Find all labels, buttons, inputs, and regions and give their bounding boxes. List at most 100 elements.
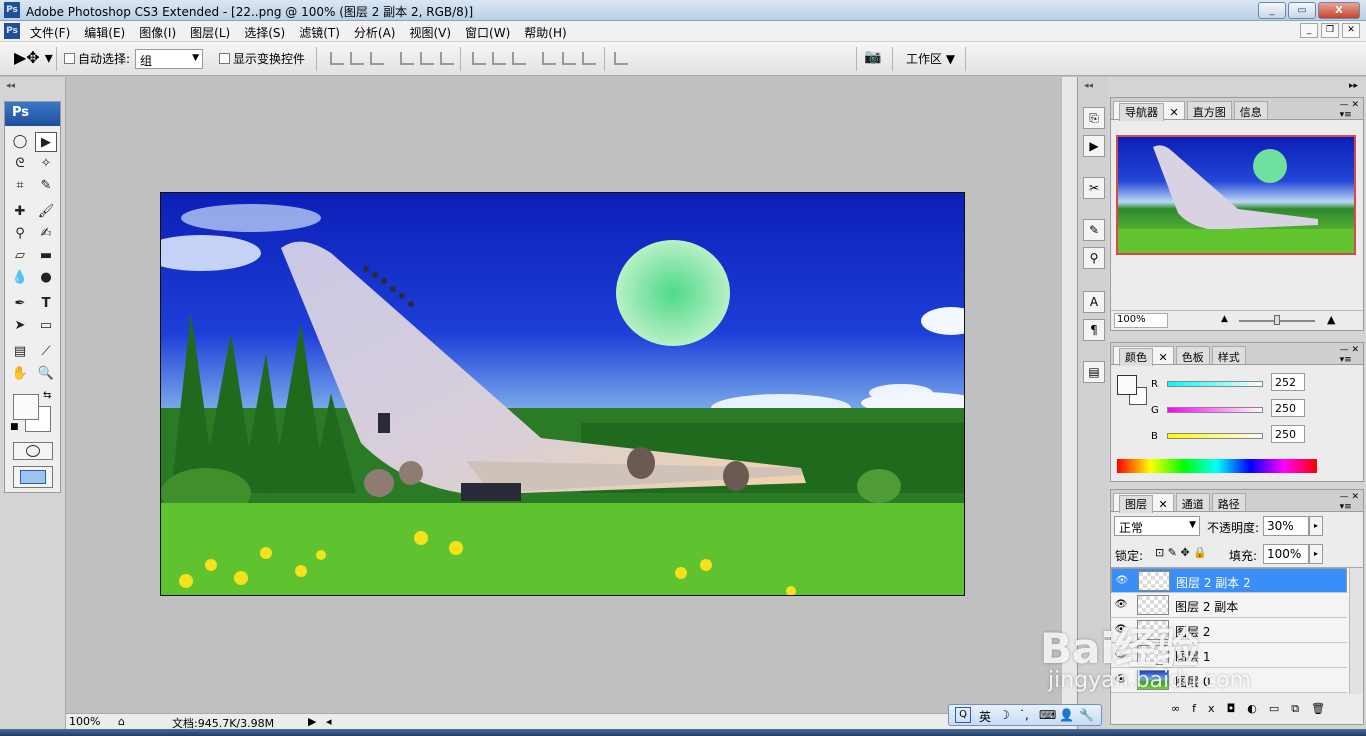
g-slider[interactable] — [1167, 407, 1263, 413]
quick-mask-button[interactable] — [13, 442, 53, 460]
visibility-eye-icon[interactable]: 👁 — [1115, 575, 1129, 587]
document-image[interactable] — [160, 192, 965, 596]
hand-tool-icon[interactable]: ✋ — [9, 364, 31, 384]
menu-file[interactable]: 文件(F) — [30, 24, 70, 41]
lasso-tool-icon[interactable]: ᘓ — [9, 154, 31, 174]
ime-punctuation-icon[interactable]: ˙, — [1019, 708, 1029, 722]
distribute-vcenter-icon[interactable] — [492, 52, 506, 65]
b-slider[interactable] — [1167, 433, 1263, 439]
align-vcenter-icon[interactable] — [350, 52, 364, 65]
opacity-slider-arrow-icon[interactable]: ▸ — [1309, 516, 1323, 536]
tab-color[interactable]: 颜色 ✕ — [1113, 346, 1174, 366]
ime-halfwidth-icon[interactable]: ☽ — [999, 708, 1010, 722]
magic-wand-tool-icon[interactable]: ✧ — [35, 154, 57, 174]
layer-row[interactable]: 👁 图层 2 副本 2 — [1111, 568, 1347, 593]
tab-info[interactable]: 信息 — [1233, 101, 1268, 119]
path-selection-icon[interactable]: ➤ — [9, 316, 31, 336]
tab-layers[interactable]: 图层 ✕ — [1113, 493, 1174, 513]
new-group-icon[interactable]: ▭ — [1269, 702, 1291, 715]
tab-navigator[interactable]: 导航器 ✕ — [1113, 101, 1185, 121]
auto-select-checkbox[interactable]: 自动选择: — [64, 50, 130, 67]
layers-scrollbar[interactable] — [1349, 568, 1363, 694]
move-tool-icon[interactable]: ▶ — [35, 132, 57, 152]
pen-tool-icon[interactable]: ✒ — [9, 294, 31, 314]
auto-align-button[interactable] — [614, 52, 628, 65]
crop-tool-icon[interactable]: ⌗ — [9, 176, 31, 196]
shape-tool-icon[interactable]: ▭ — [35, 316, 57, 336]
tab-paths[interactable]: 路径 — [1211, 493, 1246, 511]
character-panel-icon[interactable]: A — [1083, 291, 1105, 313]
maximize-button[interactable]: ▭ — [1288, 2, 1316, 19]
menu-select[interactable]: 选择(S) — [244, 24, 285, 41]
panel-menu-icon[interactable]: — ✕ ▾≡ — [1340, 100, 1359, 120]
ime-user-icon[interactable]: 👤 — [1059, 708, 1074, 722]
menu-view[interactable]: 视图(V) — [409, 24, 451, 41]
paragraph-panel-icon[interactable]: ¶ — [1083, 319, 1105, 341]
distribute-left-icon[interactable] — [542, 52, 556, 65]
show-transform-checkbox[interactable]: 显示变换控件 — [219, 50, 305, 67]
ime-settings-icon[interactable]: 🔧 — [1079, 708, 1094, 722]
foreground-color-swatch[interactable] — [13, 394, 39, 420]
clone-source-icon[interactable]: ⚲ — [1083, 247, 1105, 269]
blend-mode-dropdown[interactable]: 正常 ▼ — [1114, 516, 1200, 536]
zoom-in-icon[interactable]: ▲ — [1327, 313, 1335, 326]
ime-keyboard-icon[interactable]: ⌨ — [1039, 708, 1056, 722]
color-spectrum-bar[interactable] — [1117, 459, 1317, 473]
adjustment-layer-icon[interactable]: ◐ — [1247, 702, 1269, 715]
collapse-arrows-icon[interactable]: ◂◂ — [6, 81, 15, 91]
align-left-icon[interactable] — [400, 52, 414, 65]
bridge-icon[interactable]: 📷 — [864, 49, 881, 65]
align-right-icon[interactable] — [440, 52, 454, 65]
default-colors-icon[interactable]: ■ — [10, 422, 19, 432]
auto-select-dropdown[interactable]: 组 ▼ — [135, 49, 203, 69]
distribute-top-icon[interactable] — [472, 52, 486, 65]
expand-arrows-icon[interactable]: ▸▸ — [1349, 81, 1358, 91]
document-icon[interactable]: Ps — [4, 23, 20, 39]
doc-minimize-button[interactable]: _ — [1300, 23, 1318, 38]
layer-style-icon[interactable]: fx — [1192, 702, 1226, 715]
menu-analysis[interactable]: 分析(A) — [354, 24, 396, 41]
menu-help[interactable]: 帮助(H) — [524, 24, 566, 41]
os-taskbar[interactable] — [0, 729, 1366, 736]
panel-menu-icon[interactable]: — ✕ ▾≡ — [1340, 492, 1359, 512]
panel-menu-icon[interactable]: — ✕ ▾≡ — [1340, 345, 1359, 365]
distribute-right-icon[interactable] — [582, 52, 596, 65]
blur-tool-icon[interactable]: 💧 — [9, 268, 31, 288]
lock-pixels-icon[interactable]: ✎ — [1168, 546, 1177, 559]
screen-mode-button[interactable] — [13, 466, 53, 488]
tab-histogram[interactable]: 直方图 — [1186, 101, 1232, 119]
layer-mask-icon[interactable]: ◘ — [1227, 702, 1248, 715]
lock-transparency-icon[interactable]: ⊡ — [1155, 546, 1164, 559]
doc-close-button[interactable]: ✕ — [1342, 23, 1360, 38]
menu-edit[interactable]: 编辑(E) — [84, 24, 125, 41]
r-slider[interactable] — [1167, 381, 1263, 387]
fill-field[interactable]: 100% — [1263, 544, 1309, 564]
history-panel-icon[interactable]: ⎘ — [1083, 107, 1105, 129]
ime-language-toggle[interactable]: 英 — [979, 708, 991, 725]
brush-tool-icon[interactable]: 🖌 — [35, 202, 57, 222]
lock-position-icon[interactable]: ✥ — [1180, 546, 1189, 559]
gradient-tool-icon[interactable]: ▬ — [35, 246, 57, 266]
delete-layer-icon[interactable]: 🗑 — [1311, 702, 1337, 715]
menu-layer[interactable]: 图层(L) — [190, 24, 230, 41]
actions-panel-icon[interactable]: ▶ — [1083, 135, 1105, 157]
g-value-field[interactable]: 250 — [1271, 399, 1305, 417]
lock-all-icon[interactable]: 🔒 — [1193, 546, 1207, 559]
eyedropper-tool-icon[interactable]: ⟋ — [35, 342, 57, 362]
document-canvas-area[interactable] — [66, 77, 1061, 713]
brushes-panel-icon[interactable]: ✎ — [1083, 219, 1105, 241]
type-tool-icon[interactable]: T — [35, 294, 57, 314]
h-scroll-left-icon[interactable]: ◂ — [326, 715, 332, 728]
visibility-eye-icon[interactable]: 👁 — [1114, 599, 1128, 611]
distribute-bottom-icon[interactable] — [512, 52, 526, 65]
doc-restore-button[interactable]: ❐ — [1321, 23, 1339, 38]
status-zoom[interactable]: 100% — [69, 715, 100, 728]
new-layer-icon[interactable]: ⧉ — [1291, 702, 1311, 715]
tab-styles[interactable]: 样式 — [1211, 346, 1246, 364]
status-icon[interactable]: ⌂ — [118, 715, 125, 728]
layer-comps-icon[interactable]: ▤ — [1083, 361, 1105, 383]
align-bottom-icon[interactable] — [370, 52, 384, 65]
link-layers-icon[interactable]: ∞ — [1171, 702, 1192, 715]
slice-tool-icon[interactable]: ✎ — [35, 176, 57, 196]
menu-image[interactable]: 图像(I) — [139, 24, 176, 41]
